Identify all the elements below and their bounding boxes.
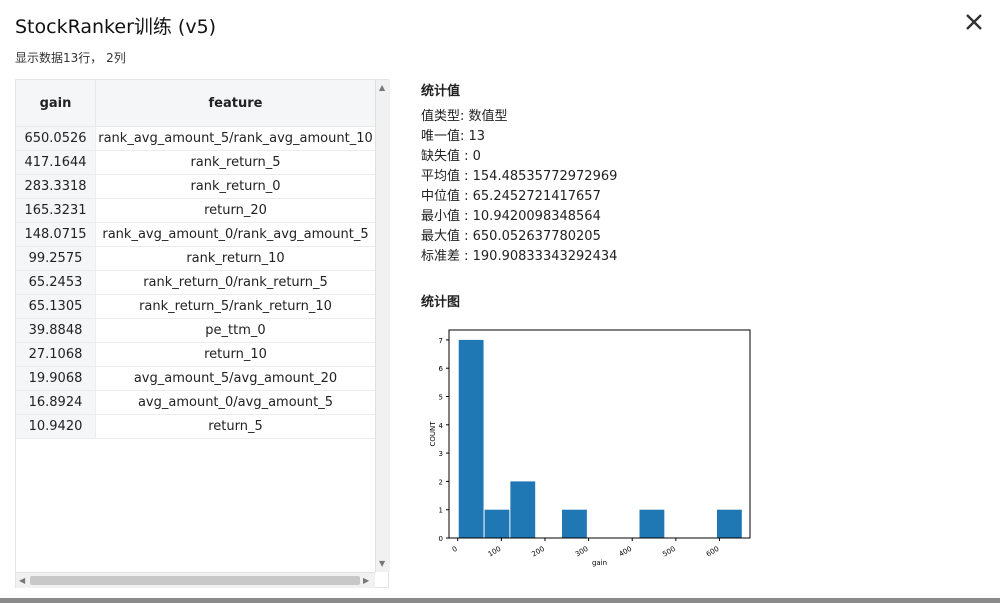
chart-heading: 统计图 (421, 295, 461, 310)
histogram-svg: 0 1 2 3 4 5 6 7 0 100 200 300 400 500 600 gain COUNT (429, 329, 751, 567)
feature-cell: avg_amount_5/avg_amount_20 (95, 366, 375, 391)
histogram-bar (458, 339, 484, 538)
table-row[interactable]: 283.3318 rank_return_0 (16, 174, 375, 199)
feature-cell: rank_return_0/rank_return_5 (95, 270, 375, 295)
scroll-right-icon[interactable]: ▶ (363, 577, 369, 585)
x-tick-label: 400 (618, 545, 634, 559)
scroll-down-icon[interactable]: ▼ (379, 560, 385, 568)
y-tick-label: 5 (439, 394, 443, 402)
feature-cell: rank_avg_amount_5/rank_avg_amount_10 (95, 126, 375, 151)
y-tick-label: 6 (439, 365, 444, 373)
y-tick-label: 3 (439, 450, 443, 458)
feature-cell: rank_avg_amount_0/rank_avg_amount_5 (95, 222, 375, 247)
table-row[interactable]: 19.9068 avg_amount_5/avg_amount_20 (16, 366, 375, 391)
feature-cell: return_5 (95, 414, 375, 439)
horizontal-scroll-thumb[interactable] (30, 576, 360, 585)
x-tick-label: 200 (530, 545, 546, 559)
close-icon (966, 14, 982, 30)
scroll-up-icon[interactable]: ▲ (379, 84, 385, 92)
x-tick-label: 500 (661, 545, 677, 559)
column-header-gain[interactable]: gain (16, 80, 96, 127)
histogram-bar (510, 481, 536, 538)
gain-cell: 650.0526 (16, 126, 96, 151)
x-tick-label: 100 (487, 545, 503, 559)
gain-cell: 148.0715 (16, 222, 96, 247)
x-axis-label: gain (592, 559, 607, 567)
histogram-bar (484, 509, 510, 538)
table-row[interactable]: 99.2575 rank_return_10 (16, 246, 375, 271)
plot-frame (448, 329, 751, 539)
stat-unique: 唯一值: 13 (421, 129, 486, 144)
histogram-bar (716, 509, 742, 538)
feature-cell: return_10 (95, 342, 375, 367)
feature-cell: rank_return_10 (95, 246, 375, 271)
histogram-bar (562, 509, 587, 538)
y-tick-label: 4 (439, 422, 444, 430)
feature-cell: rank_return_5 (95, 150, 375, 175)
table-row[interactable]: 417.1644 rank_return_5 (16, 150, 375, 175)
gain-cell: 39.8848 (16, 318, 96, 343)
table-row[interactable]: 148.0715 rank_avg_amount_0/rank_avg_amoun… (16, 222, 375, 247)
gain-cell: 27.1068 (16, 342, 96, 367)
dialog-title: StockRanker训练 (v5) (15, 16, 217, 38)
table-row[interactable]: 27.1068 return_10 (16, 342, 375, 367)
horizontal-scrollbar[interactable]: ◀ ▶ (16, 572, 375, 588)
stat-max: 最大值 : 650.052637780205 (421, 229, 601, 244)
column-header-feature[interactable]: feature (95, 80, 375, 127)
y-tick-label: 7 (439, 337, 443, 345)
feature-cell: rank_return_0 (95, 174, 375, 199)
feature-cell: rank_return_5/rank_return_10 (95, 294, 375, 319)
vertical-scrollbar[interactable]: ▲ ▼ (375, 80, 390, 572)
feature-cell: avg_amount_0/avg_amount_5 (95, 390, 375, 415)
stats-heading: 统计值 (421, 84, 461, 99)
stat-value-type: 值类型: 数值型 (421, 109, 508, 124)
gain-cell: 10.9420 (16, 414, 96, 439)
gain-cell: 65.1305 (16, 294, 96, 319)
feature-cell: pe_ttm_0 (95, 318, 375, 343)
y-tick-label: 0 (439, 535, 443, 543)
stat-min: 最小值 : 10.9420098348564 (421, 209, 601, 224)
stat-missing: 缺失值 : 0 (421, 149, 481, 164)
gain-cell: 165.3231 (16, 198, 96, 223)
table-row[interactable]: 65.1305 rank_return_5/rank_return_10 (16, 294, 375, 319)
stat-mean: 平均值 : 154.48535772972969 (421, 169, 618, 184)
y-axis-label: COUNT (429, 421, 437, 447)
stat-std: 标准差 : 190.90833343292434 (421, 249, 618, 264)
window-bottom-edge (0, 598, 1000, 603)
y-tick-label: 1 (439, 507, 443, 515)
x-tick-label: 300 (574, 545, 590, 559)
table-row[interactable]: 650.0526 rank_avg_amount_5/rank_avg_amoun… (16, 126, 375, 151)
gain-cell: 65.2453 (16, 270, 96, 295)
table-row[interactable]: 16.8924 avg_amount_0/avg_amount_5 (16, 390, 375, 415)
table-header-row: gain feature (16, 80, 375, 127)
data-table-panel: gain feature 650.0526 rank_avg_amount_5/r… (15, 79, 390, 588)
gain-cell: 283.3318 (16, 174, 96, 199)
scroll-left-icon[interactable]: ◀ (19, 577, 25, 585)
gain-cell: 417.1644 (16, 150, 96, 175)
table-row[interactable]: 39.8848 pe_ttm_0 (16, 318, 375, 343)
x-tick-label: 0 (451, 545, 459, 554)
data-summary: 显示数据13行， 2列 (15, 51, 126, 65)
x-tick-label: 600 (705, 545, 721, 559)
data-table: gain feature 650.0526 rank_avg_amount_5/r… (16, 80, 375, 439)
table-row[interactable]: 10.9420 return_5 (16, 414, 375, 439)
histogram-chart: 0 1 2 3 4 5 6 7 0 100 200 300 400 500 600 gain COUNT (419, 318, 759, 578)
stat-median: 中位值 : 65.2452721417657 (421, 189, 601, 204)
y-tick-label: 2 (439, 478, 443, 486)
table-row[interactable]: 165.3231 return_20 (16, 198, 375, 223)
histogram-bar (639, 509, 665, 538)
gain-cell: 99.2575 (16, 246, 96, 271)
stats-list: 值类型: 数值型 唯一值: 13 缺失值 : 0 平均值 : 154.48535… (421, 107, 617, 267)
table-row[interactable]: 65.2453 rank_return_0/rank_return_5 (16, 270, 375, 295)
gain-cell: 19.9068 (16, 366, 96, 391)
gain-cell: 16.8924 (16, 390, 96, 415)
feature-cell: return_20 (95, 198, 375, 223)
close-button[interactable] (962, 10, 986, 34)
